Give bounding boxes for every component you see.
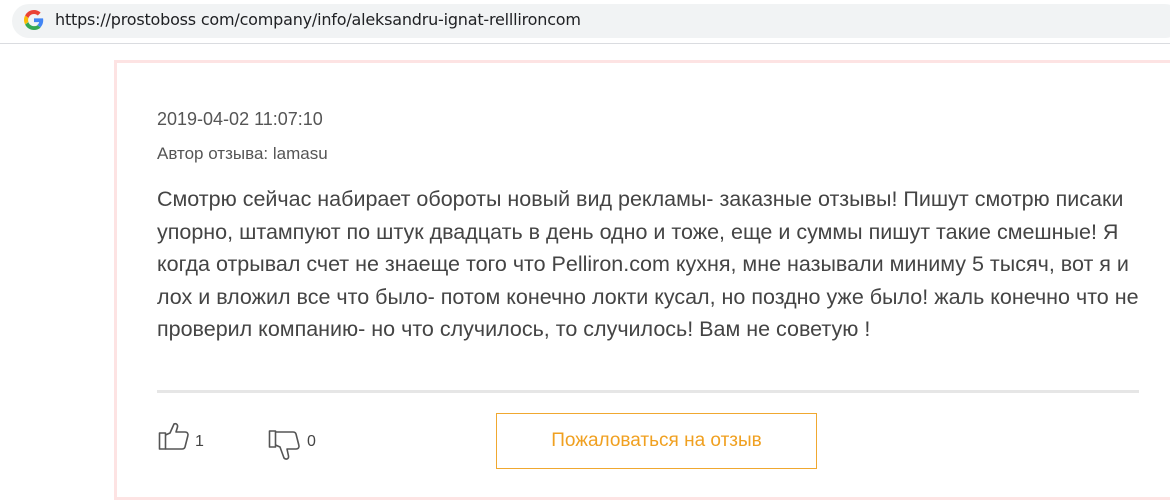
complain-button[interactable]: Пожаловаться на отзыв [496, 413, 817, 469]
like-count: 1 [195, 433, 204, 450]
review-text: Смотрю сейчас набирает обороты новый вид… [157, 187, 1139, 342]
toolbar-divider [0, 43, 1170, 44]
dislike-count: 0 [307, 433, 316, 450]
google-g-icon [24, 10, 44, 30]
review-separator [157, 390, 1139, 393]
review-author: Автор отзыва: lamasu [157, 144, 328, 163]
url-text[interactable]: https://prostoboss com/company/info/alek… [55, 10, 581, 29]
thumbs-down-icon[interactable] [268, 428, 302, 464]
thumbs-up-icon[interactable] [158, 420, 190, 452]
review-date: 2019-04-02 11:07:10 [157, 109, 323, 129]
